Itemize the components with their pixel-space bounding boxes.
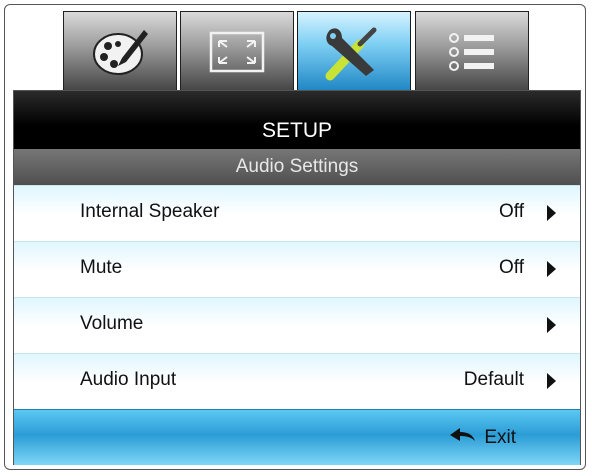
tab-display[interactable] (180, 11, 294, 91)
list-options-icon (444, 29, 500, 75)
menu-subtitle: Audio Settings (14, 149, 580, 185)
menu-item-audio-input[interactable]: Audio Input Default (14, 353, 580, 405)
menu-title: SETUP (14, 91, 580, 149)
menu-item-label: Internal Speaker (80, 201, 220, 222)
tab-setup[interactable] (297, 11, 411, 91)
tab-image[interactable] (63, 11, 177, 91)
menu-item-mute[interactable]: Mute Off (14, 241, 580, 293)
exit-button[interactable]: Exit (448, 410, 516, 466)
arrow-right-icon (547, 205, 556, 221)
arrow-right-icon (547, 373, 556, 389)
exit-label: Exit (484, 427, 516, 448)
menu-item-value: Off (499, 201, 524, 222)
menu-item-value: Off (499, 257, 524, 278)
return-arrow-icon (448, 426, 476, 450)
menu-item-volume[interactable]: Volume (14, 297, 580, 349)
wrench-screwdriver-icon (320, 22, 388, 82)
menu-item-value: Default (463, 369, 524, 390)
arrow-right-icon (547, 317, 556, 333)
menu-item-label: Audio Input (80, 369, 177, 390)
menu-item-label: Mute (80, 257, 123, 278)
menu-item-label: Volume (80, 313, 144, 334)
palette-brush-icon (88, 24, 152, 80)
exit-bar: Exit (14, 409, 580, 465)
menu-tabs (63, 11, 529, 91)
setup-menu-panel: SETUP Audio Settings Internal Speaker Of… (13, 90, 581, 465)
fullscreen-arrows-icon (205, 29, 269, 75)
arrow-right-icon (547, 261, 556, 277)
tab-options[interactable] (415, 11, 529, 91)
menu-item-internal-speaker[interactable]: Internal Speaker Off (14, 185, 580, 237)
